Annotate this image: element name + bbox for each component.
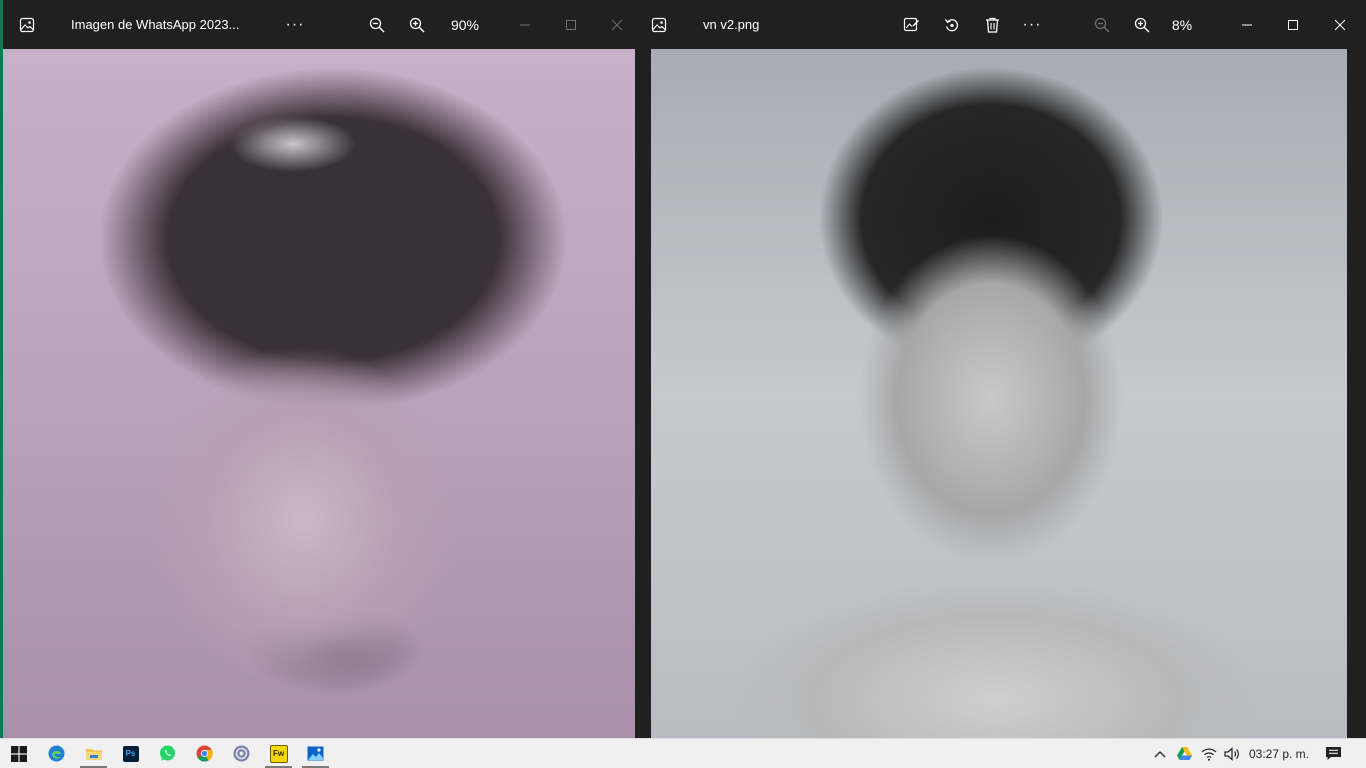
desktop: Imagen de WhatsApp 2023... ··· 90% vn v2… [0,0,1366,768]
maximize-button[interactable] [551,0,591,49]
titlebar-left[interactable]: Imagen de WhatsApp 2023... ··· 90% [3,0,635,49]
taskbar-app-photos[interactable] [297,739,334,768]
image-viewport-left[interactable] [3,49,635,738]
minimize-icon [520,24,530,25]
tray-network[interactable] [1198,739,1220,768]
zoom-in-button[interactable] [1122,0,1162,49]
rotate-icon [944,18,959,31]
tray-volume[interactable] [1221,739,1243,768]
minimize-icon [1242,24,1252,25]
window-title: Imagen de WhatsApp 2023... [71,17,240,32]
more-options-button[interactable]: ··· [1012,0,1052,49]
zoom-level[interactable]: 8% [1162,0,1202,49]
notifications-icon [1325,747,1341,760]
folder-icon [85,748,102,760]
image-app-icon [639,0,679,49]
zoom-out-icon [1094,17,1110,32]
photo-viewer-window-left: Imagen de WhatsApp 2023... ··· 90% [0,0,635,738]
taskbar-app-edge[interactable] [38,739,75,768]
taskbar-app-browser[interactable] [223,739,260,768]
whatsapp-icon [160,745,175,761]
photoshop-icon: Ps [122,745,139,762]
fireworks-icon: Fw [269,744,288,763]
zoom-out-button[interactable] [1082,0,1122,49]
taskbar-app-chrome[interactable] [186,739,223,768]
start-button[interactable] [0,739,37,768]
zoom-in-icon [1134,17,1150,32]
chrome-icon [196,745,213,762]
zoom-in-icon [409,17,425,32]
taskbar-app-whatsapp[interactable] [149,739,186,768]
viewport-margin [1348,49,1366,738]
more-options-icon: ··· [285,15,305,33]
google-drive-icon [1176,747,1192,760]
original-portrait-photo [3,49,635,738]
windows-logo-icon [10,745,27,762]
taskbar-app-file-explorer[interactable] [75,739,112,768]
edit-image-button[interactable] [891,0,931,49]
photos-icon [307,746,324,761]
zoom-out-button[interactable] [357,0,397,49]
edit-image-icon [903,17,919,32]
taskbar-app-fireworks[interactable]: Fw [260,739,297,768]
rotate-button[interactable] [932,0,972,49]
volume-icon [1223,746,1239,761]
delete-button[interactable] [972,0,1012,49]
image-app-icon [7,0,47,49]
minimize-button[interactable] [1227,0,1267,49]
zoom-in-button[interactable] [397,0,437,49]
taskbar-clock[interactable]: 03:27 p. m. [1246,739,1312,768]
delete-icon [985,17,999,33]
photo-viewer-window-right: vn v2.png ··· 8% [635,0,1366,738]
zoom-out-icon [369,17,385,32]
image-viewport-right[interactable] [635,49,1366,738]
chevron-up-icon [1154,750,1166,757]
close-icon [1334,19,1346,30]
maximize-icon [566,19,576,30]
maximize-icon [1288,19,1298,30]
window-title: vn v2.png [703,17,760,32]
more-options-button[interactable]: ··· [275,0,315,49]
show-hidden-icons-button[interactable] [1150,739,1170,768]
restored-portrait-photo [651,49,1347,738]
edge-icon [48,745,65,762]
browser-icon [233,745,250,762]
notifications-button[interactable] [1318,739,1348,768]
wifi-icon [1201,748,1217,761]
close-button[interactable] [1320,0,1360,49]
minimize-button[interactable] [505,0,545,49]
taskbar-app-photoshop[interactable]: Ps [112,739,149,768]
zoom-level[interactable]: 90% [443,0,487,49]
viewport-margin [635,49,651,738]
more-options-icon: ··· [1022,15,1042,33]
close-button[interactable] [597,0,635,49]
maximize-button[interactable] [1273,0,1313,49]
taskbar: Ps Fw 03:27 p. m. [0,738,1366,768]
tray-google-drive[interactable] [1174,739,1194,768]
titlebar-right[interactable]: vn v2.png ··· 8% [635,0,1366,49]
close-icon [611,19,623,30]
